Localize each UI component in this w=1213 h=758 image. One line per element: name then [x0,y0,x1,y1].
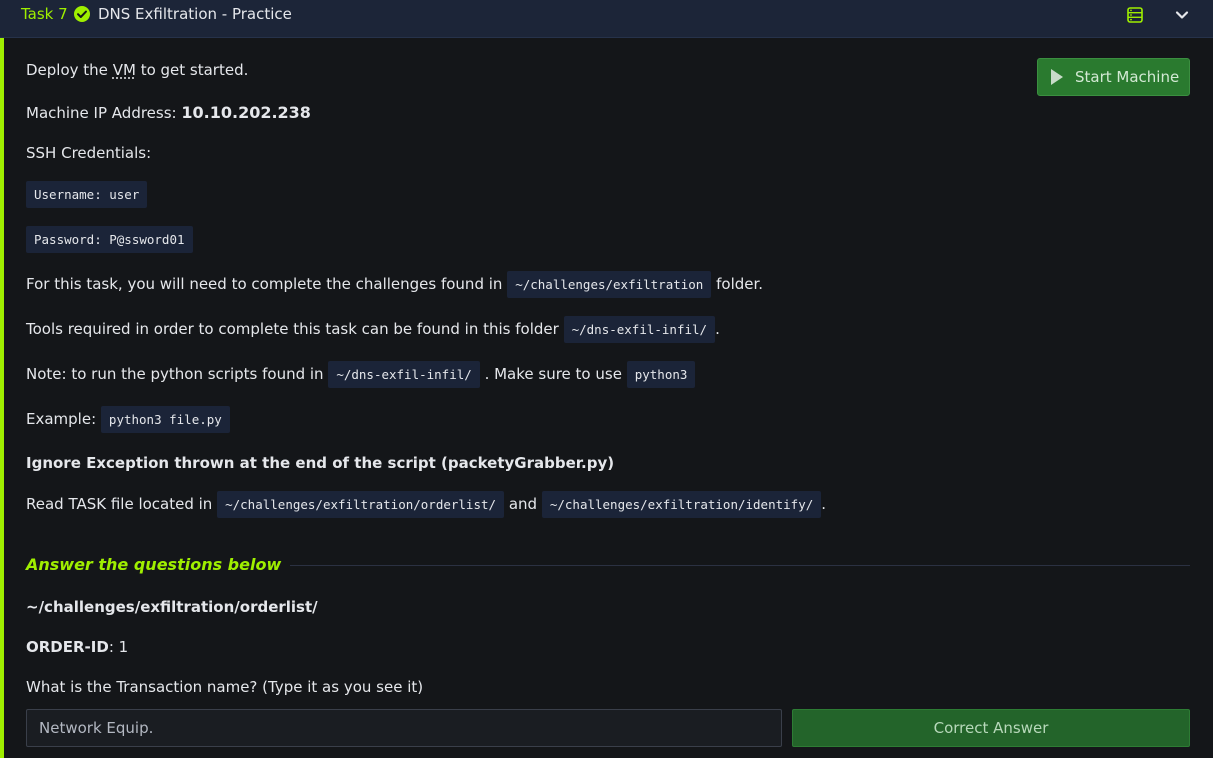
note-code: ~/dns-exfil-infil/ [328,361,480,388]
deploy-suffix: to get started. [140,61,249,79]
task-content: Deploy the VM to get started. Start Mach… [0,38,1213,758]
tools-line: Tools required in order to complete this… [26,316,720,343]
deploy-prefix: Deploy the [26,61,108,79]
example-code: python3 file.py [100,406,230,433]
check-circle-icon [74,6,90,22]
answer-input[interactable]: Network Equip. [26,709,782,747]
task-number: Task 7 [21,5,68,23]
machine-ip-value: 10.10.202.238 [181,103,311,122]
answer-input-value: Network Equip. [39,719,154,737]
question-path: ~/challenges/exfiltration/orderlist/ [26,598,318,616]
task-folder-code: ~/challenges/exfiltration [507,271,712,298]
read-suffix: . [821,495,827,513]
task-folder-prefix: For this task, you will need to complete… [26,275,503,293]
deploy-text: Deploy the VM to get started. [26,61,248,79]
machine-ip-line: Machine IP Address: 10.10.202.238 [26,103,311,122]
orderlist-code: ~/challenges/exfiltration/orderlist/ [217,491,505,518]
tools-prefix: Tools required in order to complete this… [26,320,559,338]
task-header[interactable]: Task 7 DNS Exfiltration - Practice [0,0,1213,38]
question-text: What is the Transaction name? (Type it a… [26,678,424,696]
server-icon[interactable] [1124,4,1146,26]
correct-answer-button[interactable]: Correct Answer [792,709,1190,747]
tools-suffix: . [715,320,720,338]
username-code: Username: user [26,181,148,208]
start-machine-button[interactable]: Start Machine [1037,58,1190,96]
ssh-label: SSH Credentials: [26,144,152,162]
answer-heading: Answer the questions below [26,555,282,574]
ignore-exception-text: Ignore Exception thrown at the end of th… [26,454,615,472]
note-middle: . Make sure to use [484,365,622,383]
password-line: Password: P@ssword01 [26,226,193,253]
note-line: Note: to run the python scripts found in… [26,361,696,388]
example-label: Example: [26,410,97,428]
read-prefix: Read TASK file located in [26,495,213,513]
read-task-line: Read TASK file located in ~/challenges/e… [26,491,826,518]
tools-code: ~/dns-exfil-infil/ [563,316,716,343]
play-icon [1051,69,1063,85]
username-line: Username: user [26,181,148,208]
example-line: Example: python3 file.py [26,406,230,433]
start-machine-label: Start Machine [1075,68,1180,86]
task-folder-line: For this task, you will need to complete… [26,271,763,298]
password-code: Password: P@ssword01 [26,226,193,253]
identify-code: ~/challenges/exfiltration/identify/ [541,491,822,518]
heading-divider [290,565,1190,566]
task-title: DNS Exfiltration - Practice [98,5,292,23]
python3-code: python3 [626,361,696,388]
note-prefix: Note: to run the python scripts found in [26,365,324,383]
machine-ip-label: Machine IP Address: [26,104,177,122]
vm-abbr: VM [112,61,136,79]
chevron-down-icon[interactable] [1171,4,1193,26]
task-folder-suffix: folder. [716,275,764,293]
order-id-label: ORDER-ID [26,638,109,656]
read-and: and [508,495,538,513]
order-id-value: : 1 [108,638,129,656]
order-id-line: ORDER-ID: 1 [26,638,128,656]
